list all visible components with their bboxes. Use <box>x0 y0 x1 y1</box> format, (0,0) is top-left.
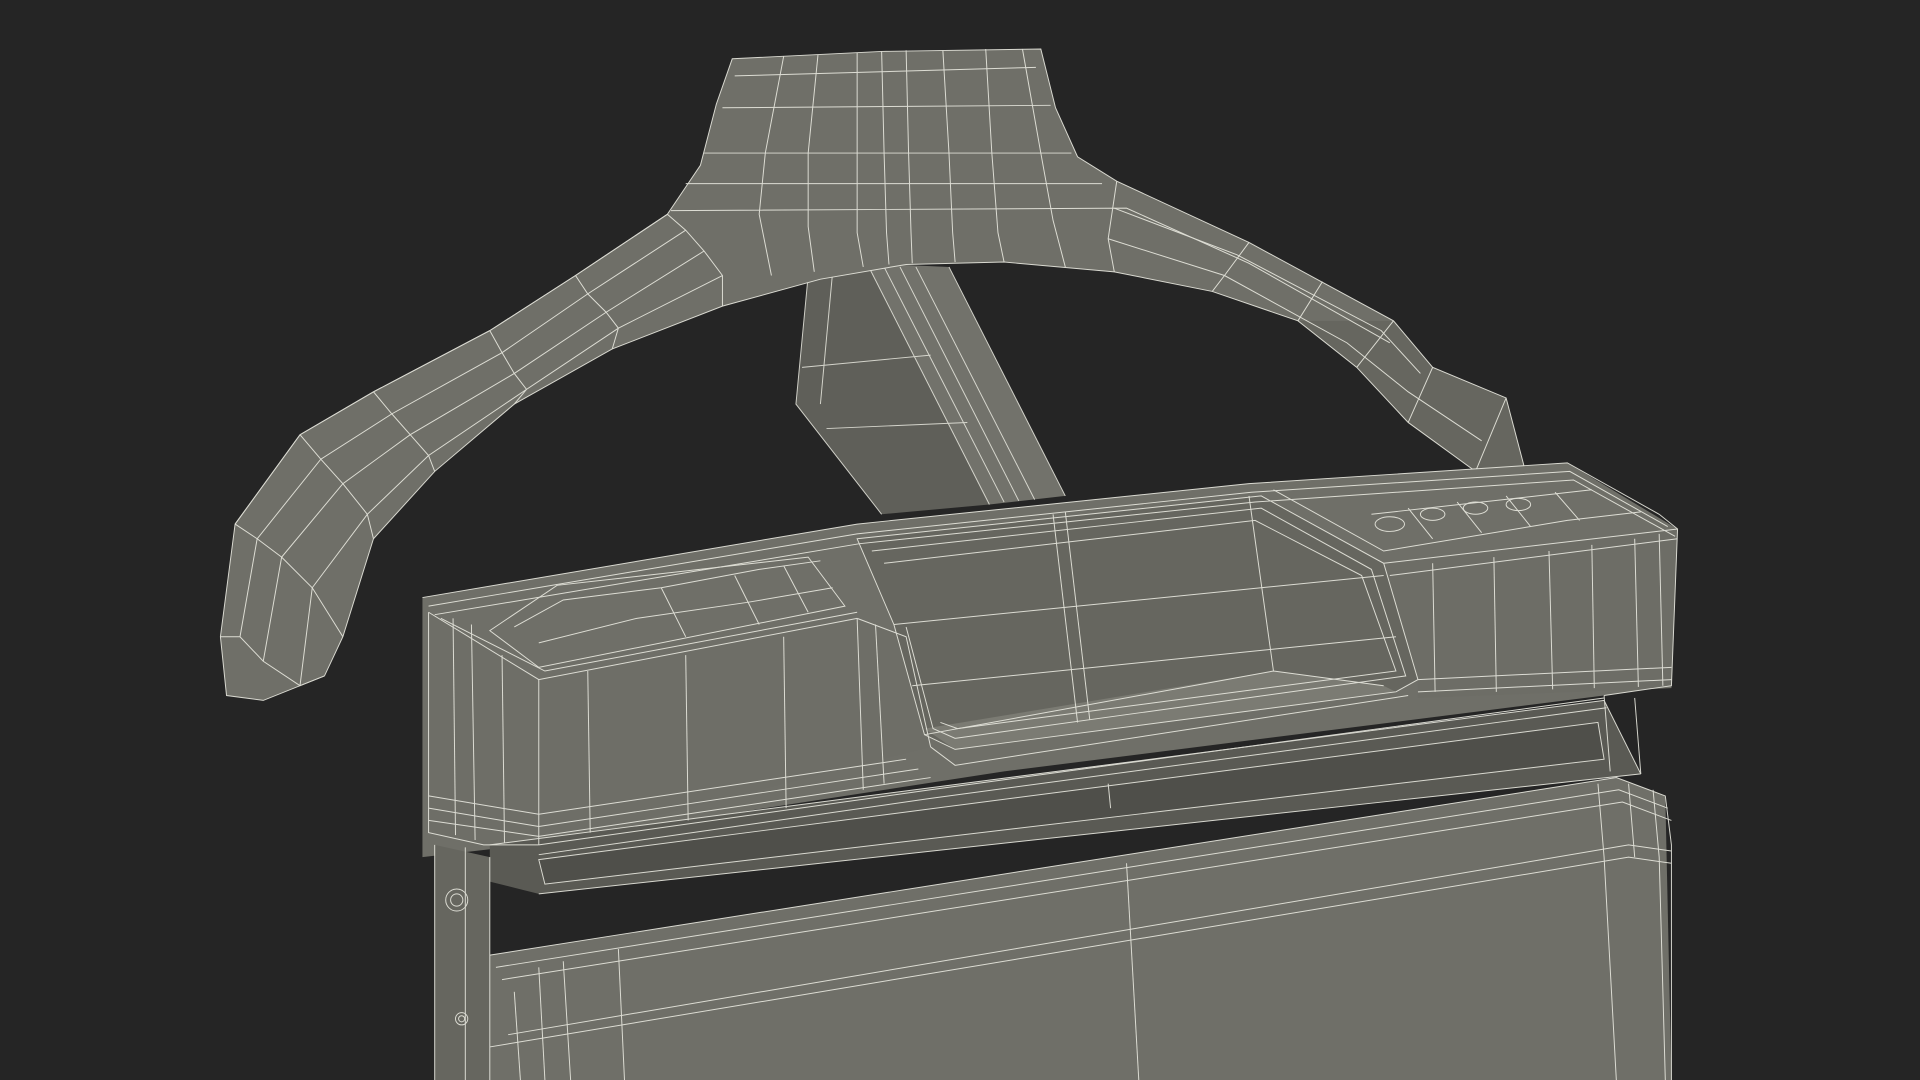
support-bar <box>795 263 1066 515</box>
render-viewport <box>0 0 1920 1080</box>
hanger-right-arm-underside <box>1297 320 1525 472</box>
wireframe-model <box>219 48 1679 1080</box>
front-panel-left-edge <box>434 844 490 1080</box>
press-body <box>422 462 1679 1080</box>
